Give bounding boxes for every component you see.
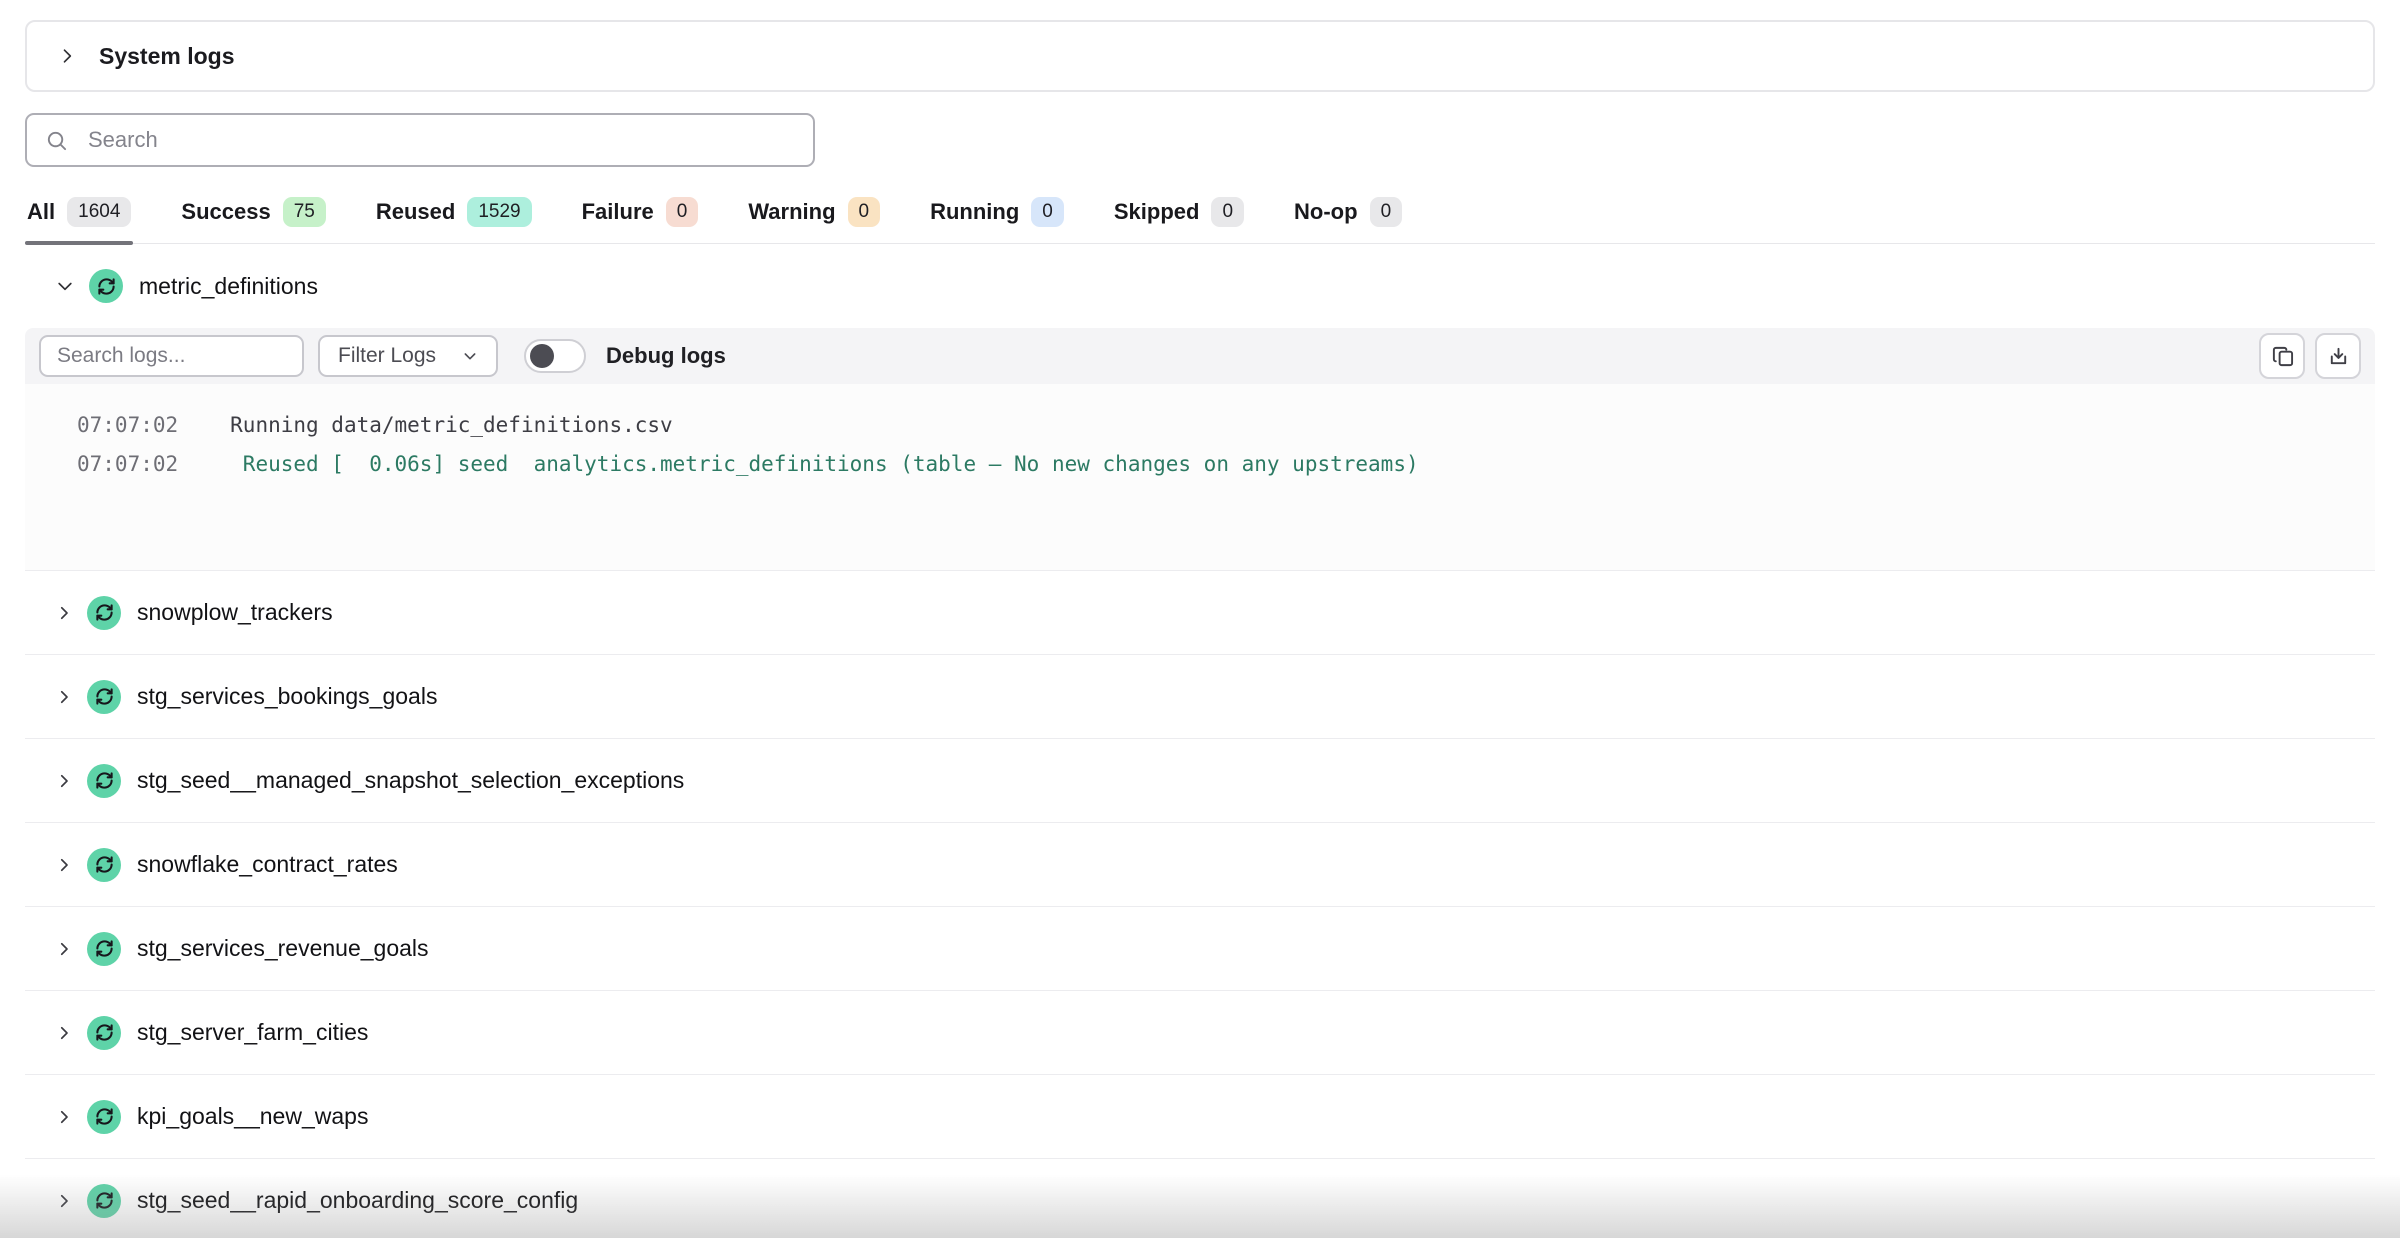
tab-count-badge: 1604 bbox=[67, 197, 131, 227]
toggle-knob bbox=[530, 344, 554, 368]
chevron-right-icon[interactable] bbox=[57, 46, 77, 66]
log-panel: Filter Logs Debug logs 07:07:02 Running d… bbox=[25, 328, 2375, 570]
tab-count-badge: 0 bbox=[666, 197, 699, 227]
run-name: stg_services_revenue_goals bbox=[137, 935, 429, 962]
search-input[interactable] bbox=[88, 127, 795, 153]
download-logs-button[interactable] bbox=[2315, 333, 2361, 379]
sync-icon bbox=[87, 1016, 121, 1050]
page: System logs All 1604 Success 75 Reused 1… bbox=[0, 20, 2400, 1238]
tab-label: All bbox=[27, 199, 55, 225]
tab-count-badge: 0 bbox=[848, 197, 881, 227]
log-line: 07:07:02 Reused [ 0.06s] seed analytics.… bbox=[77, 445, 2375, 484]
chevron-right-icon[interactable] bbox=[55, 688, 73, 706]
tab-label: No-op bbox=[1294, 199, 1358, 225]
run-name: stg_seed__rapid_onboarding_score_config bbox=[137, 1187, 578, 1214]
run-row[interactable]: snowplow_trackers bbox=[25, 571, 2375, 655]
system-logs-section[interactable]: System logs bbox=[25, 20, 2375, 92]
search-box[interactable] bbox=[25, 113, 815, 167]
status-tab[interactable]: All 1604 bbox=[25, 197, 133, 243]
download-icon bbox=[2327, 345, 2350, 368]
search-icon bbox=[45, 129, 68, 152]
run-row[interactable]: snowflake_contract_rates bbox=[25, 823, 2375, 907]
status-tab[interactable]: Success 75 bbox=[179, 197, 327, 243]
expanded-run-row[interactable]: metric_definitions bbox=[25, 244, 2375, 328]
run-name: stg_server_farm_cities bbox=[137, 1019, 368, 1046]
copy-icon bbox=[2271, 345, 2294, 368]
log-timestamp: 07:07:02 bbox=[77, 413, 178, 437]
run-name: kpi_goals__new_waps bbox=[137, 1103, 368, 1130]
run-row[interactable]: stg_seed__rapid_onboarding_score_config bbox=[25, 1159, 2375, 1238]
run-list: snowplow_trackers stg_services_bookings_… bbox=[25, 570, 2375, 1238]
log-line: 07:07:02 Running data/metric_definitions.… bbox=[77, 406, 2375, 445]
tab-count-badge: 1529 bbox=[467, 197, 531, 227]
status-tab[interactable]: Reused 1529 bbox=[374, 197, 534, 243]
system-logs-title: System logs bbox=[99, 43, 235, 70]
status-tab[interactable]: No-op 0 bbox=[1292, 197, 1404, 243]
log-timestamp: 07:07:02 bbox=[77, 452, 178, 476]
status-tab[interactable]: Warning 0 bbox=[746, 197, 882, 243]
sync-icon bbox=[87, 932, 121, 966]
tab-label: Running bbox=[930, 199, 1019, 225]
debug-logs-toggle[interactable] bbox=[524, 339, 586, 373]
run-row[interactable]: stg_services_revenue_goals bbox=[25, 907, 2375, 991]
run-name: metric_definitions bbox=[139, 273, 318, 300]
status-tab[interactable]: Failure 0 bbox=[580, 197, 701, 243]
tab-label: Success bbox=[181, 199, 270, 225]
log-output[interactable]: 07:07:02 Running data/metric_definitions.… bbox=[25, 384, 2375, 570]
chevron-right-icon[interactable] bbox=[55, 940, 73, 958]
run-name: snowflake_contract_rates bbox=[137, 851, 398, 878]
log-message: Reused [ 0.06s] seed analytics.metric_de… bbox=[230, 452, 1418, 476]
sync-icon bbox=[87, 764, 121, 798]
run-name: snowplow_trackers bbox=[137, 599, 333, 626]
filter-logs-label: Filter Logs bbox=[338, 344, 436, 368]
tab-label: Warning bbox=[748, 199, 835, 225]
tab-count-badge: 0 bbox=[1031, 197, 1064, 227]
status-tab[interactable]: Skipped 0 bbox=[1112, 197, 1246, 243]
run-row[interactable]: stg_server_farm_cities bbox=[25, 991, 2375, 1075]
chevron-right-icon[interactable] bbox=[55, 856, 73, 874]
chevron-right-icon[interactable] bbox=[55, 1024, 73, 1042]
tab-count-badge: 0 bbox=[1211, 197, 1244, 227]
chevron-right-icon[interactable] bbox=[55, 604, 73, 622]
sync-icon bbox=[87, 848, 121, 882]
chevron-right-icon[interactable] bbox=[55, 772, 73, 790]
sync-icon bbox=[89, 269, 123, 303]
chevron-right-icon[interactable] bbox=[55, 1192, 73, 1210]
run-row[interactable]: kpi_goals__new_waps bbox=[25, 1075, 2375, 1159]
sync-icon bbox=[87, 680, 121, 714]
tab-label: Skipped bbox=[1114, 199, 1200, 225]
run-row[interactable]: stg_services_bookings_goals bbox=[25, 655, 2375, 739]
chevron-right-icon[interactable] bbox=[55, 1108, 73, 1126]
copy-logs-button[interactable] bbox=[2259, 333, 2305, 379]
status-tabs: All 1604 Success 75 Reused 1529 Failure … bbox=[25, 197, 2375, 244]
tab-label: Failure bbox=[582, 199, 654, 225]
log-message: Running data/metric_definitions.csv bbox=[230, 413, 673, 437]
log-toolbar: Filter Logs Debug logs bbox=[25, 328, 2375, 384]
tab-count-badge: 0 bbox=[1370, 197, 1403, 227]
tab-count-badge: 75 bbox=[283, 197, 326, 227]
run-name: stg_services_bookings_goals bbox=[137, 683, 437, 710]
debug-logs-label: Debug logs bbox=[606, 343, 726, 369]
run-name: stg_seed__managed_snapshot_selection_exc… bbox=[137, 767, 684, 794]
status-tab[interactable]: Running 0 bbox=[928, 197, 1066, 243]
log-search-input[interactable] bbox=[39, 335, 304, 377]
sync-icon bbox=[87, 1184, 121, 1218]
run-row[interactable]: stg_seed__managed_snapshot_selection_exc… bbox=[25, 739, 2375, 823]
chevron-down-icon bbox=[462, 348, 478, 364]
sync-icon bbox=[87, 1100, 121, 1134]
filter-logs-dropdown[interactable]: Filter Logs bbox=[318, 335, 498, 377]
tab-label: Reused bbox=[376, 199, 455, 225]
chevron-down-icon[interactable] bbox=[55, 276, 75, 296]
sync-icon bbox=[87, 596, 121, 630]
